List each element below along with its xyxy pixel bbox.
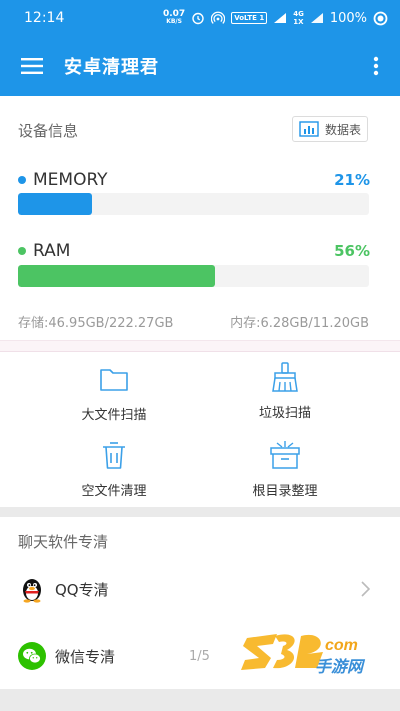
qq-clean-label: QQ专清	[55, 580, 109, 599]
memory-row: MEMORY 21%	[18, 168, 370, 192]
status-icons: 0.07 KB/S VoLTE 1 4G 1X 100%	[163, 10, 388, 26]
tools-card: 大文件扫描 垃圾扫描 空文件清理 根目录整理	[0, 352, 400, 507]
site-watermark-logo: com 手游网	[241, 634, 366, 676]
status-time: 12:14	[24, 10, 65, 26]
hamburger-icon	[21, 58, 43, 74]
net-speed-value: 0.07	[162, 9, 186, 19]
section-divider	[0, 340, 400, 352]
storage-usage-text: 存储:46.95GB/222.27GB	[18, 316, 174, 331]
network-type-bottom: 1X	[293, 18, 304, 26]
network-type: 4G 1X	[293, 10, 304, 26]
app-title: 安卓清理君	[64, 57, 159, 78]
page-indicator: 1/5	[189, 648, 210, 664]
folder-icon	[100, 369, 128, 391]
memory-usage-text: 内存:6.28GB/11.20GB	[230, 316, 369, 331]
junk-scan-label: 垃圾扫描	[258, 406, 311, 421]
memory-progress-track	[18, 193, 369, 215]
memory-progress-fill	[18, 193, 92, 215]
hotspot-icon	[211, 11, 226, 25]
root-dir-organize-label: 根目录整理	[252, 484, 318, 499]
battery-ring-icon	[373, 11, 388, 26]
broom-icon	[272, 362, 298, 392]
archive-box-icon	[270, 441, 300, 469]
device-info-title: 设备信息	[18, 122, 79, 140]
memory-percent: 21%	[334, 171, 370, 189]
ram-dot	[18, 247, 26, 255]
more-options-button[interactable]	[352, 36, 400, 96]
ram-progress-fill	[18, 265, 215, 287]
network-type-top: 4G	[293, 10, 304, 18]
signal-icon-1	[273, 12, 287, 24]
status-bar: 12:14 0.07 KB/S VoLTE 1 4G 1X 100%	[0, 0, 400, 36]
net-speed: 0.07 KB/S	[163, 10, 185, 26]
bar-chart-icon	[299, 121, 319, 137]
menu-button[interactable]	[0, 36, 64, 96]
bottom-spacer	[0, 689, 400, 711]
large-file-scan-button[interactable]: 大文件扫描	[34, 362, 194, 432]
svg-text:手游网: 手游网	[315, 657, 366, 676]
wechat-icon	[18, 642, 46, 670]
net-speed-unit: KB/S	[166, 18, 182, 25]
section-divider	[0, 507, 400, 517]
data-table-label: 数据表	[324, 122, 361, 137]
alarm-icon	[191, 11, 205, 25]
app-bar: 安卓清理君	[0, 36, 400, 96]
signal-icon-2	[310, 12, 324, 24]
wechat-clean-label: 微信专清	[55, 647, 116, 666]
ram-progress-track	[18, 265, 369, 287]
battery-text: 100%	[329, 10, 367, 26]
memory-label: MEMORY	[33, 170, 108, 190]
chat-clean-title: 聊天软件专清	[18, 533, 109, 551]
root-dir-organize-button[interactable]: 根目录整理	[205, 438, 365, 508]
junk-scan-button[interactable]: 垃圾扫描	[205, 360, 365, 430]
volte-badge: VoLTE 1	[231, 12, 268, 24]
chevron-right-icon	[361, 581, 370, 597]
device-info-card: 设备信息 数据表 MEMORY 21% RAM 56% 存储:46.95GB/2…	[0, 96, 400, 340]
trash-icon	[103, 442, 125, 469]
qq-penguin-icon	[23, 579, 41, 603]
qq-clean-item[interactable]: QQ专清	[0, 564, 400, 614]
svg-text:com: com	[325, 637, 358, 654]
memory-dot	[18, 176, 26, 184]
ram-percent: 56%	[334, 242, 370, 260]
more-vert-icon	[373, 56, 379, 76]
empty-file-clean-button[interactable]: 空文件清理	[34, 438, 194, 508]
empty-file-clean-label: 空文件清理	[81, 484, 147, 499]
ram-row: RAM 56%	[18, 239, 370, 263]
large-file-scan-label: 大文件扫描	[81, 408, 147, 423]
ram-label: RAM	[33, 241, 71, 261]
data-table-button[interactable]: 数据表	[291, 116, 368, 142]
